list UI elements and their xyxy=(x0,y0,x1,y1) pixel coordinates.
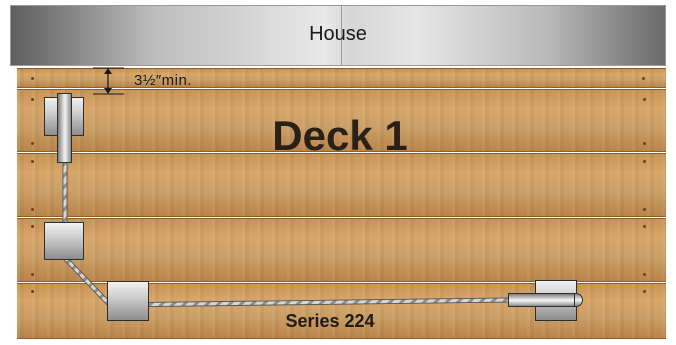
mounting-block-icon xyxy=(107,281,149,321)
deck-cable-diagram: House 3½″min. Deck 1 Series 224 xyxy=(0,0,676,345)
vertical-terminal-icon xyxy=(57,93,72,163)
arrowhead-up-icon xyxy=(104,68,112,74)
clearance-label: 3½″min. xyxy=(134,72,192,89)
threaded-rod-terminal-icon xyxy=(508,293,576,307)
mounting-block-icon xyxy=(44,222,84,260)
deck-title: Deck 1 xyxy=(272,112,408,159)
series-label: Series 224 xyxy=(285,311,375,331)
arrowhead-down-icon xyxy=(104,88,112,94)
